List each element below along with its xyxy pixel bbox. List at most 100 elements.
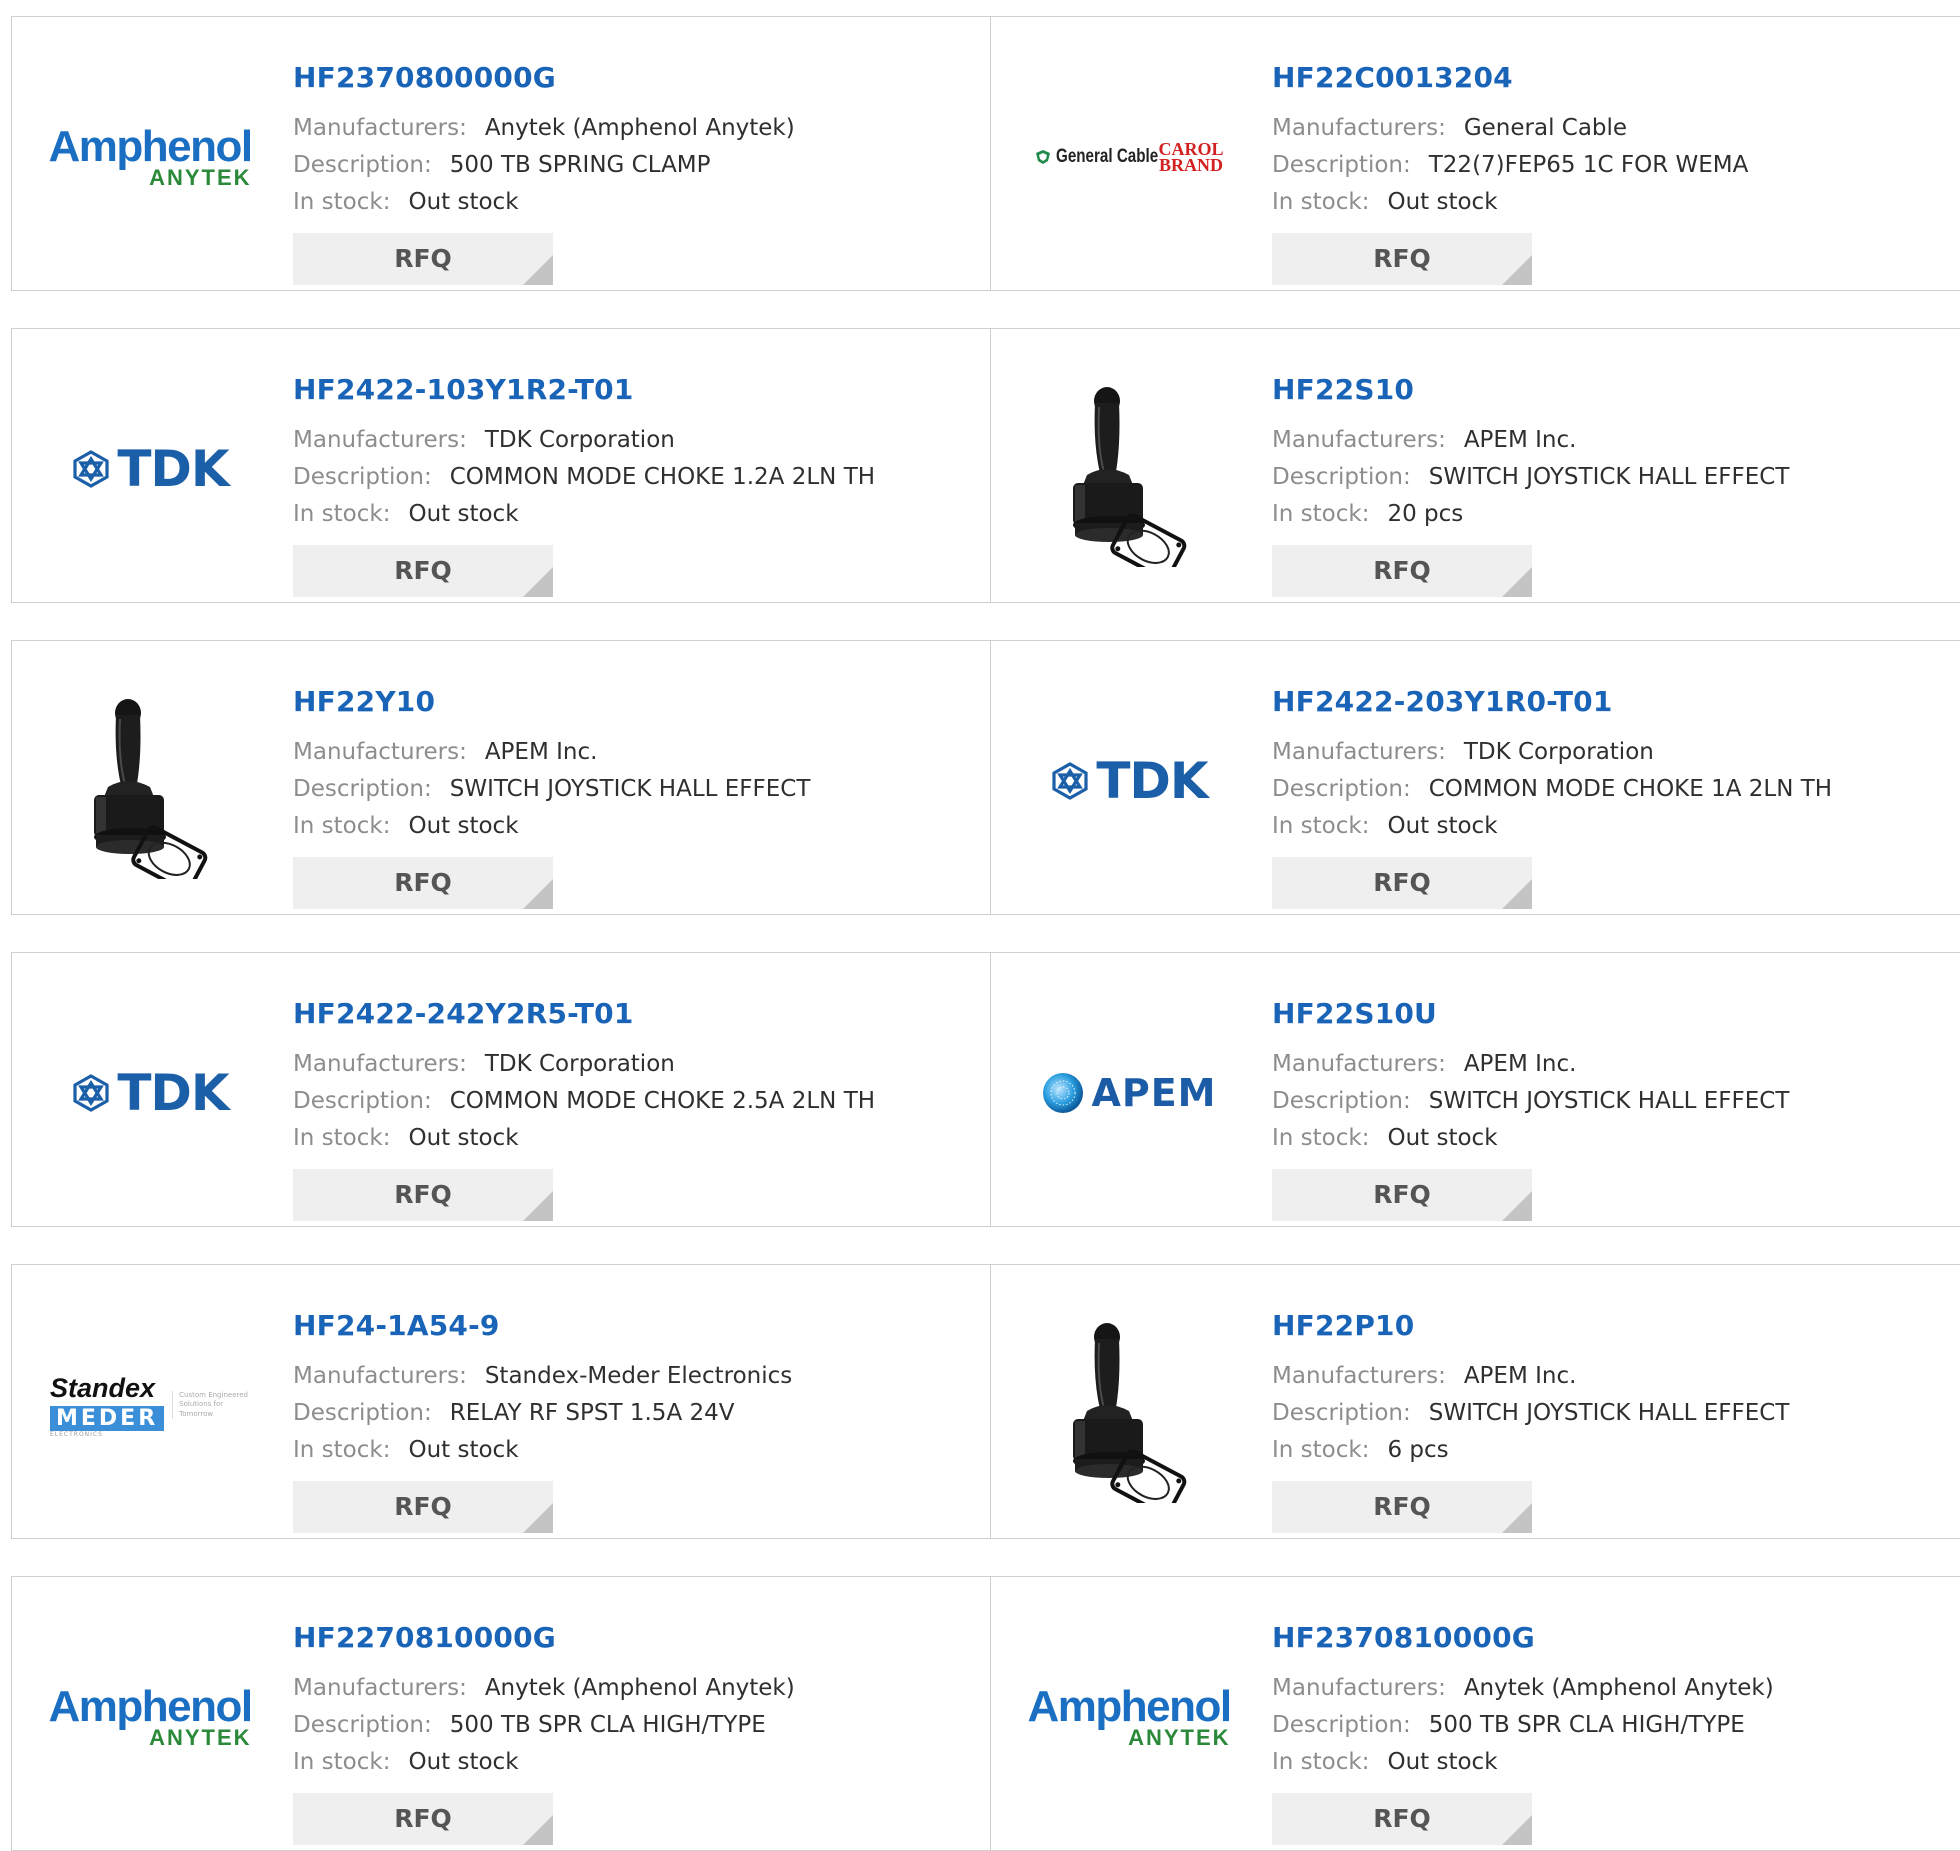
manufacturer-row: Manufacturers: TDK Corporation (293, 1051, 675, 1077)
description-row: Description: SWITCH JOYSTICK HALL EFFECT (1272, 1400, 1789, 1426)
rfq-button[interactable]: RFQ (1272, 1481, 1532, 1533)
part-number-link[interactable]: HF22P10 (1272, 1309, 1414, 1342)
manufacturer-value: Anytek (Amphenol Anytek) (484, 1675, 795, 1701)
rfq-label: RFQ (1373, 1180, 1431, 1209)
manufacturer-row: Manufacturers: TDK Corporation (293, 427, 675, 453)
description-label: Description: (293, 1400, 432, 1426)
description-row: Description: COMMON MODE CHOKE 2.5A 2LN T… (293, 1088, 875, 1114)
product-row: Amphenol ANYTEK HF2270810000G Manufactur… (11, 1576, 1960, 1851)
description-value: 500 TB SPRING CLAMP (449, 152, 711, 178)
stock-row: In stock: Out stock (293, 813, 519, 839)
part-number-link[interactable]: HF22C0013204 (1272, 61, 1513, 94)
rfq-button[interactable]: RFQ (293, 233, 553, 285)
manufacturer-row: Manufacturers: Anytek (Amphenol Anytek) (293, 115, 795, 141)
manufacturer-label: Manufacturers: (1272, 1051, 1446, 1077)
rfq-button[interactable]: RFQ (1272, 545, 1532, 597)
product-card: HF22S10 Manufacturers: APEM Inc. Descript… (990, 329, 1960, 602)
stock-row: In stock: Out stock (1272, 1749, 1498, 1775)
apem-logo: APEM (1041, 1071, 1216, 1115)
corner-decoration (1502, 1503, 1532, 1533)
rfq-button[interactable]: RFQ (293, 1481, 553, 1533)
part-number-link[interactable]: HF22S10 (1272, 373, 1414, 406)
product-row: Amphenol ANYTEK HF2370800000G Manufactur… (11, 16, 1960, 291)
product-image: TDK (50, 993, 250, 1193)
manufacturer-label: Manufacturers: (1272, 427, 1446, 453)
rfq-button[interactable]: RFQ (293, 1169, 553, 1221)
description-label: Description: (1272, 776, 1411, 802)
stock-row: In stock: 6 pcs (1272, 1437, 1449, 1463)
rfq-button[interactable]: RFQ (293, 857, 553, 909)
manufacturer-value: Anytek (Amphenol Anytek) (484, 115, 795, 141)
part-number-link[interactable]: HF2422-242Y2R5-T01 (293, 997, 634, 1030)
corner-decoration (523, 567, 553, 597)
manufacturer-value: TDK Corporation (484, 427, 675, 453)
description-row: Description: 500 TB SPR CLA HIGH/TYPE (293, 1712, 766, 1738)
part-number-link[interactable]: HF2370800000G (293, 61, 556, 94)
rfq-button[interactable]: RFQ (293, 1793, 553, 1845)
amphenol-logo: Amphenol ANYTEK (48, 122, 253, 190)
rfq-button[interactable]: RFQ (1272, 233, 1532, 285)
part-number-link[interactable]: HF2422-203Y1R0-T01 (1272, 685, 1613, 718)
description-label: Description: (1272, 1088, 1411, 1114)
manufacturer-label: Manufacturers: (1272, 1363, 1446, 1389)
product-card: HF22Y10 Manufacturers: APEM Inc. Descript… (12, 641, 990, 914)
description-row: Description: SWITCH JOYSTICK HALL EFFECT (293, 776, 810, 802)
description-value: COMMON MODE CHOKE 1.2A 2LN TH (449, 464, 876, 490)
manufacturer-row: Manufacturers: APEM Inc. (1272, 1051, 1576, 1077)
manufacturer-value: APEM Inc. (1463, 1363, 1577, 1389)
stock-value: Out stock (408, 1749, 519, 1775)
rfq-button[interactable]: RFQ (1272, 1793, 1532, 1845)
part-number-link[interactable]: HF2370810000G (1272, 1621, 1535, 1654)
rfq-button[interactable]: RFQ (1272, 1169, 1532, 1221)
stock-value: Out stock (408, 1437, 519, 1463)
stock-value: Out stock (1387, 189, 1498, 215)
manufacturer-label: Manufacturers: (293, 1675, 467, 1701)
rfq-label: RFQ (1373, 244, 1431, 273)
tdk-logo: TDK (71, 1064, 230, 1122)
description-label: Description: (1272, 1712, 1411, 1738)
product-image: TDK (50, 369, 250, 569)
stock-value: Out stock (1387, 813, 1498, 839)
product-card: Amphenol ANYTEK HF2270810000G Manufactur… (12, 1577, 990, 1850)
product-card: HF22P10 Manufacturers: APEM Inc. Descript… (990, 1265, 1960, 1538)
manufacturer-label: Manufacturers: (293, 1363, 467, 1389)
manufacturer-value: Standex-Meder Electronics (484, 1363, 793, 1389)
part-number-link[interactable]: HF2422-103Y1R2-T01 (293, 373, 634, 406)
description-label: Description: (1272, 152, 1411, 178)
description-label: Description: (293, 1088, 432, 1114)
description-label: Description: (1272, 1400, 1411, 1426)
stock-value: 20 pcs (1387, 501, 1464, 527)
stock-label: In stock: (293, 189, 391, 215)
description-row: Description: COMMON MODE CHOKE 1.2A 2LN T… (293, 464, 875, 490)
product-image (50, 679, 250, 893)
part-number-link[interactable]: HF24-1A54-9 (293, 1309, 500, 1342)
rfq-button[interactable]: RFQ (293, 545, 553, 597)
tdk-logo: TDK (71, 440, 230, 498)
description-label: Description: (293, 152, 432, 178)
part-number-link[interactable]: HF22S10U (1272, 997, 1437, 1030)
manufacturer-label: Manufacturers: (293, 1051, 467, 1077)
description-value: 500 TB SPR CLA HIGH/TYPE (449, 1712, 766, 1738)
amphenol-logo: Amphenol ANYTEK (1027, 1682, 1232, 1750)
product-row: HF22Y10 Manufacturers: APEM Inc. Descript… (11, 640, 1960, 915)
stock-row: In stock: Out stock (1272, 189, 1498, 215)
manufacturer-label: Manufacturers: (293, 739, 467, 765)
corner-decoration (523, 1815, 553, 1845)
stock-row: In stock: Out stock (293, 189, 519, 215)
stock-value: Out stock (1387, 1749, 1498, 1775)
amphenol-logo: Amphenol ANYTEK (48, 1682, 253, 1750)
tdk-logo: TDK (1050, 752, 1209, 810)
description-row: Description: COMMON MODE CHOKE 1A 2LN TH (1272, 776, 1832, 802)
rfq-label: RFQ (394, 1180, 452, 1209)
stock-label: In stock: (293, 1125, 391, 1151)
joystick-image (50, 679, 250, 893)
rfq-label: RFQ (394, 1804, 452, 1833)
corner-decoration (523, 1503, 553, 1533)
part-number-link[interactable]: HF22Y10 (293, 685, 435, 718)
product-image (1029, 369, 1229, 581)
rfq-button[interactable]: RFQ (1272, 857, 1532, 909)
part-number-link[interactable]: HF2270810000G (293, 1621, 556, 1654)
manufacturer-row: Manufacturers: Anytek (Amphenol Anytek) (293, 1675, 795, 1701)
manufacturer-value: General Cable (1463, 115, 1628, 141)
stock-value: Out stock (408, 189, 519, 215)
